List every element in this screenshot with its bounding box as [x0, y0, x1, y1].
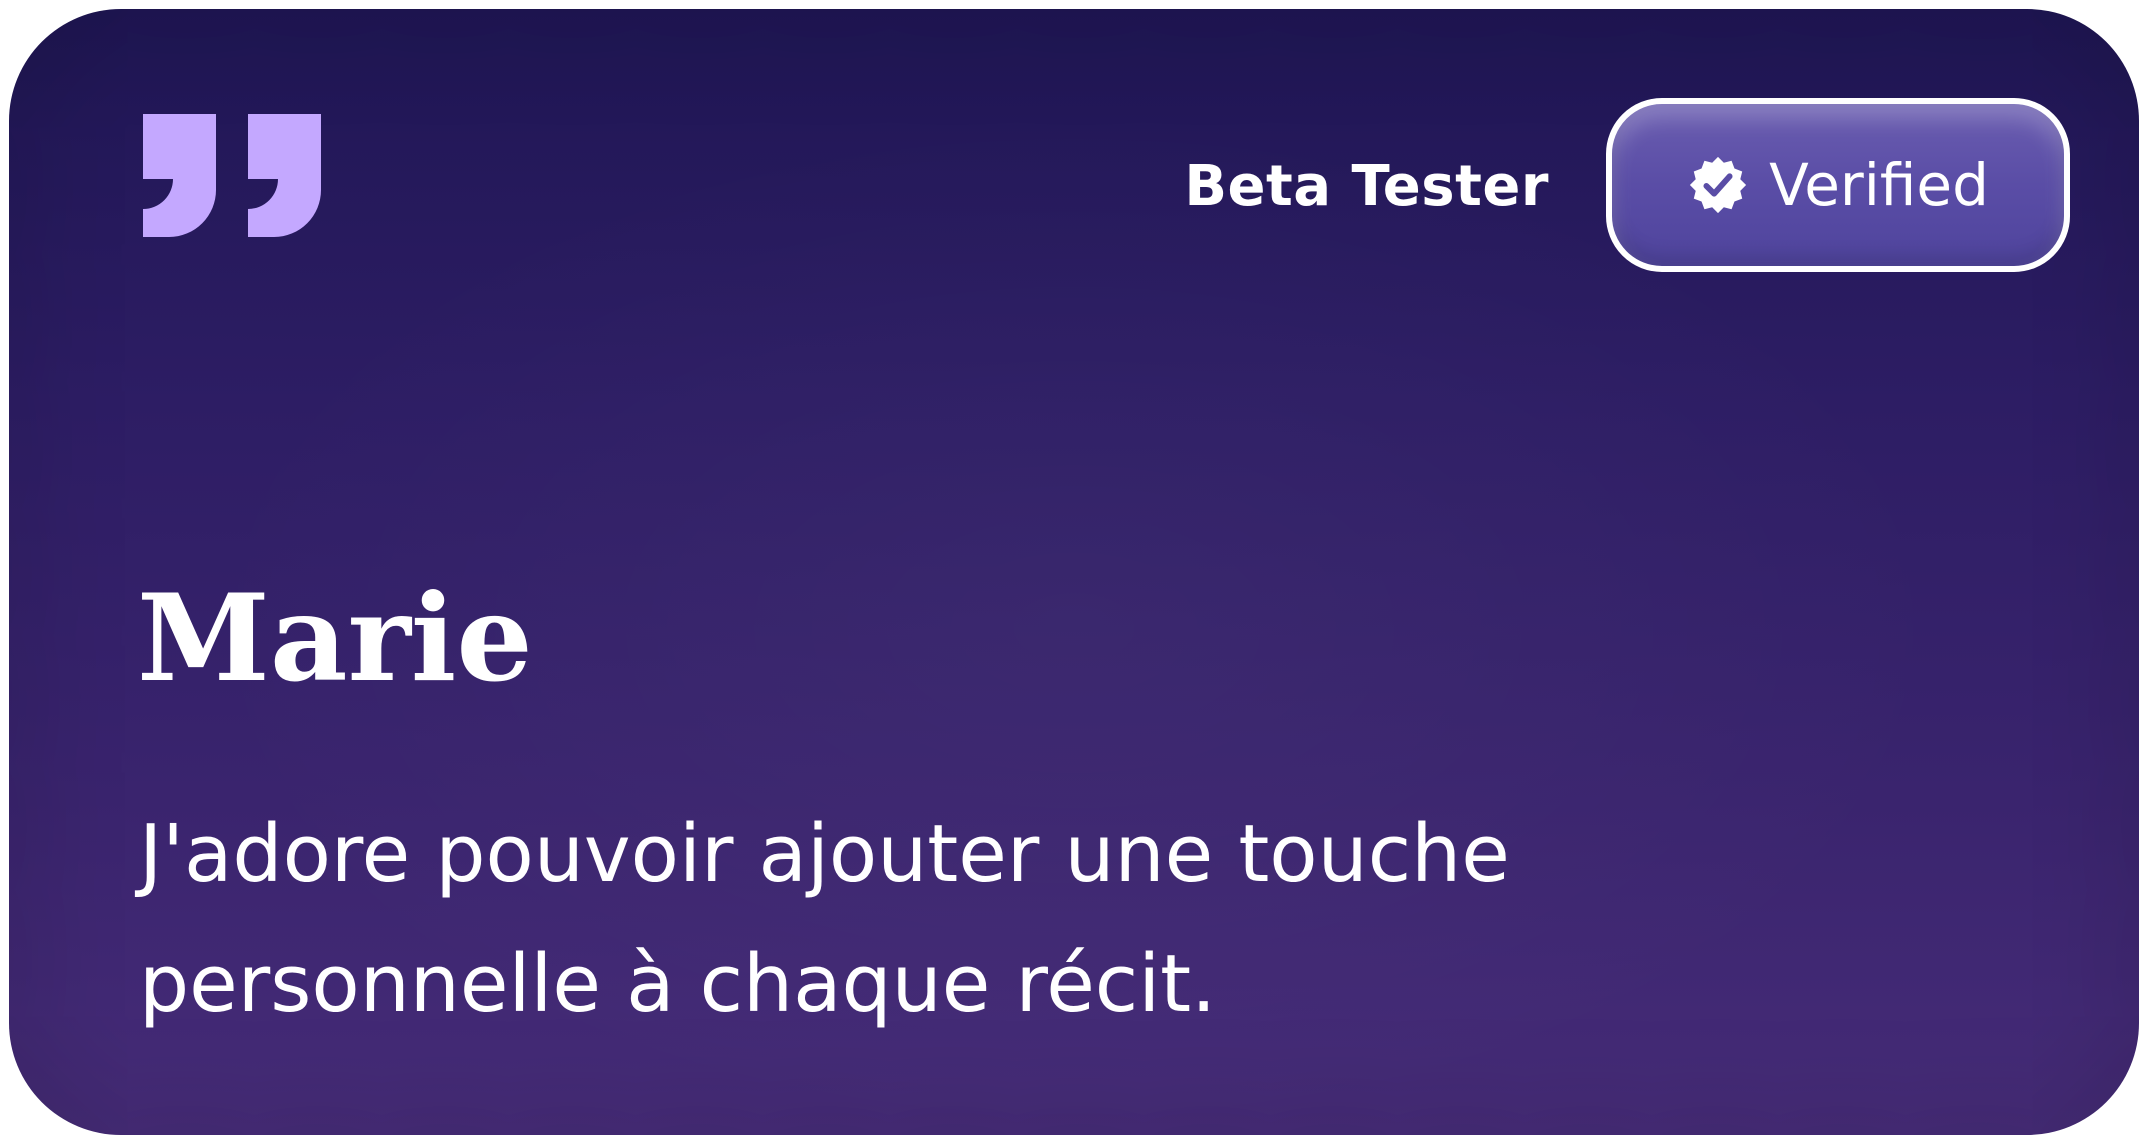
testimonial-text: J'adore pouvoir ajouter une touche perso… [139, 808, 1510, 1030]
badge-label: Beta Tester [1184, 154, 1549, 219]
author-name: Marie [137, 568, 533, 709]
verified-badge: Verified [1606, 98, 2070, 272]
quote-icon [143, 114, 321, 237]
testimonial-card: Beta Tester Verified Marie J'adore pouvo… [9, 9, 2139, 1135]
verified-label: Verified [1769, 151, 1989, 219]
verified-badge-icon [1689, 156, 1747, 214]
